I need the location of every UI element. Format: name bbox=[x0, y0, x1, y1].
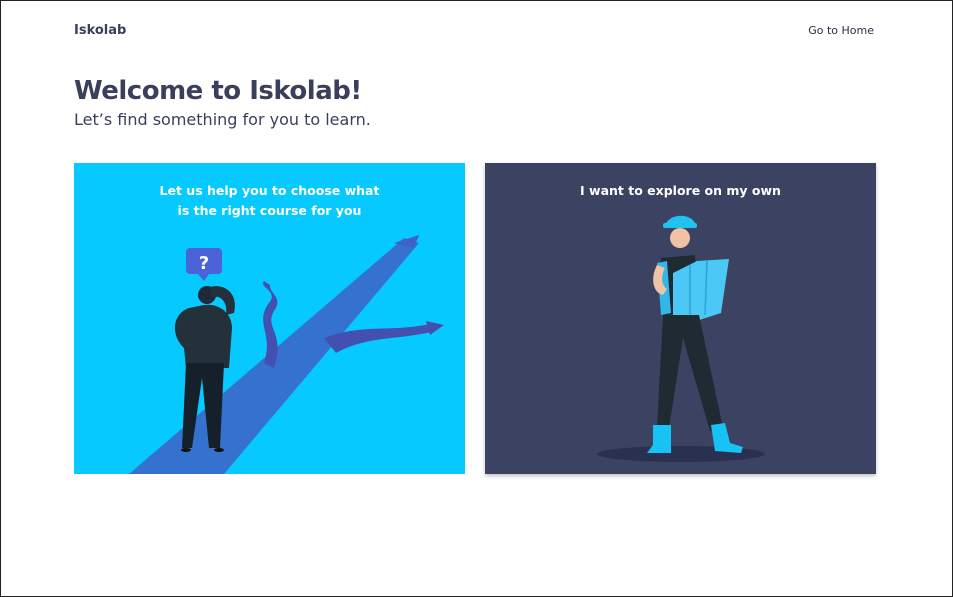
explorer-with-map-illustration bbox=[597, 215, 765, 462]
page-subtitle: Let’s find something for you to learn. bbox=[74, 110, 371, 129]
explore-card-title-line: I want to explore on my own bbox=[580, 183, 781, 198]
brand-logo[interactable]: Iskolab bbox=[74, 23, 126, 38]
explore-own-card[interactable]: I want to explore on my own bbox=[485, 163, 876, 474]
guided-course-card[interactable]: ? Let us help you to choose what is the … bbox=[74, 163, 465, 474]
svg-text:?: ? bbox=[199, 253, 209, 274]
page-title: Welcome to Iskolab! bbox=[74, 76, 362, 106]
go-to-home-link[interactable]: Go to Home bbox=[808, 24, 874, 37]
guided-card-title-line: Let us help you to choose what bbox=[159, 183, 380, 198]
explore-card-title: I want to explore on my own bbox=[485, 181, 876, 201]
guided-card-title-line: is the right course for you bbox=[177, 203, 362, 218]
guided-card-title: Let us help you to choose what is the ri… bbox=[74, 181, 465, 221]
